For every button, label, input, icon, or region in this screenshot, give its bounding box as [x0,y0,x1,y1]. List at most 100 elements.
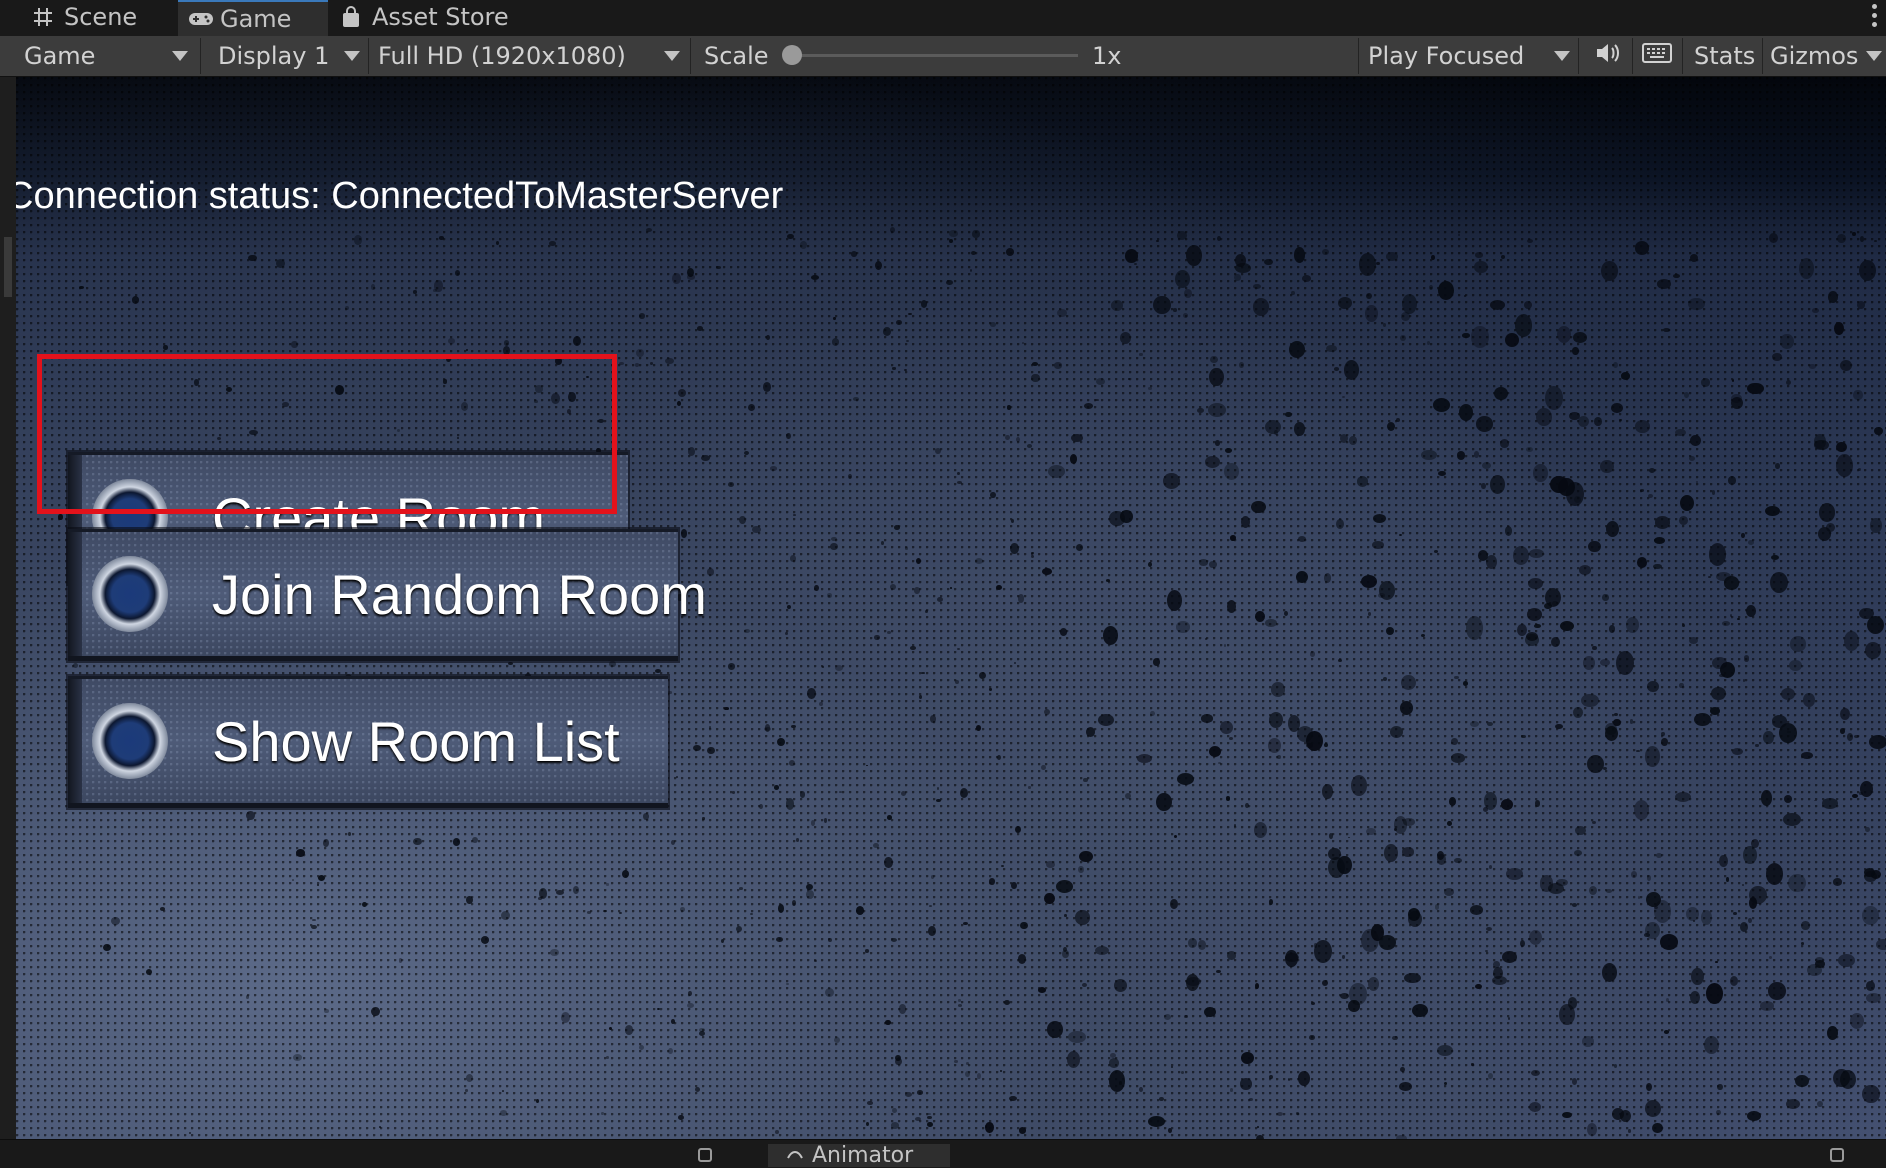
grunge-speck [1180,1070,1184,1074]
grunge-speck [826,592,833,598]
grunge-speck [1859,236,1864,242]
join-random-room-button[interactable]: Join Random Room [68,529,707,661]
mute-audio-button[interactable] [1594,36,1622,76]
grunge-speck [892,367,896,370]
grunge-speck [727,663,736,670]
grunge-speck [949,586,953,589]
show-room-list-button[interactable]: Show Room List [68,676,668,808]
grunge-speck [1386,422,1395,432]
grunge-speck [1017,594,1025,603]
grunge-speck [1016,436,1021,442]
grunge-speck [464,1089,469,1092]
grunge-speck [1041,568,1052,576]
grunge-speck [1857,301,1866,309]
grunge-speck [830,542,838,550]
gamepad-icon [188,8,213,30]
grunge-speck [1310,651,1316,657]
shortcuts-toggle-button[interactable] [1642,36,1672,76]
display-dropdown[interactable]: Display 1 [218,36,329,76]
resolution-dropdown[interactable]: Full HD (1920x1080) [378,36,626,76]
grunge-speck [1400,335,1407,342]
grunge-speck [1710,707,1721,715]
scale-slider-track[interactable] [786,54,1078,57]
game-viewport[interactable]: Connection status: ConnectedToMasterServ… [16,77,1886,1139]
grunge-speck [1372,514,1387,524]
grunge-speck [1490,475,1506,495]
grunge-speck [904,368,908,372]
grunge-speck [1609,625,1615,633]
view-mode-dropdown[interactable]: Game [24,36,95,76]
grunge-speck [1771,352,1782,361]
grunge-speck [701,817,706,820]
grunge-speck [1376,262,1380,266]
grunge-speck [189,1131,192,1135]
grunge-speck [605,883,610,886]
grunge-speck [1204,637,1207,640]
grunge-speck [920,671,925,675]
tab-menu-icon[interactable] [1872,4,1878,30]
grunge-speck [830,536,837,542]
grunge-speck [1545,385,1564,411]
grunge-speck [1175,620,1191,633]
panel-resize-handle[interactable] [4,237,12,297]
grunge-speck [1321,980,1328,987]
grunge-speck [1040,764,1047,771]
grunge-speck [1789,659,1803,672]
grunge-speck [936,787,940,790]
grunge-speck [1411,1003,1428,1018]
grunge-speck [1818,503,1835,522]
scale-label: Scale [704,36,769,76]
grunge-speck [900,790,907,797]
grunge-speck [1581,693,1599,708]
grunge-speck [1365,293,1372,300]
grunge-speck [975,724,982,731]
grunge-speck [1264,259,1273,266]
toolbar-divider [1578,38,1579,74]
tab-animator[interactable]: Animator [768,1143,950,1168]
stats-button[interactable]: Stats [1694,36,1755,76]
tab-game[interactable]: Game [178,0,328,36]
grunge-speck [1700,377,1710,387]
grunge-speck [1594,417,1602,426]
grunge-speck [785,982,789,985]
grunge-speck [1591,645,1597,650]
tab-scene[interactable]: Scene [32,0,137,34]
grunge-speck [1507,1017,1510,1021]
grunge-speck [884,856,893,869]
grunge-speck [465,895,473,904]
gizmos-button[interactable]: Gizmos [1770,36,1858,76]
tab-asset-store[interactable]: Asset Store [340,0,509,34]
scale-slider-handle[interactable] [782,45,802,65]
lock-icon[interactable] [1830,1148,1844,1162]
grunge-speck [670,840,675,846]
view-mode-value: Game [24,42,96,70]
bottom-panel-bar: Animator [0,1139,1886,1168]
grunge-speck [1111,300,1123,311]
grunge-speck [1701,910,1713,926]
grunge-speck [1094,398,1100,402]
grunge-speck [1230,535,1236,541]
grunge-speck [1639,489,1645,492]
grunge-speck [1347,836,1350,839]
grunge-speck [989,688,993,691]
grunge-speck [1342,395,1346,398]
grunge-speck [833,317,836,321]
grunge-speck [694,1087,701,1093]
grunge-speck [989,322,997,328]
play-mode-dropdown[interactable]: Play Focused [1368,36,1524,76]
grunge-speck [1646,892,1661,908]
lock-icon[interactable] [698,1148,712,1162]
grunge-speck [1833,1068,1850,1087]
grunge-speck [1637,896,1641,900]
grunge-speck [890,937,898,943]
grunge-speck [1788,873,1806,893]
grunge-speck [1450,752,1466,763]
grunge-speck [1865,642,1882,660]
grunge-speck [347,832,351,837]
grunge-speck [1652,1122,1663,1134]
grunge-speck [1329,833,1334,839]
grunge-speck [937,596,944,602]
gizmos-chevron-down-icon[interactable] [1866,51,1882,61]
grunge-speck [1470,1063,1475,1067]
grunge-speck [1492,975,1508,986]
